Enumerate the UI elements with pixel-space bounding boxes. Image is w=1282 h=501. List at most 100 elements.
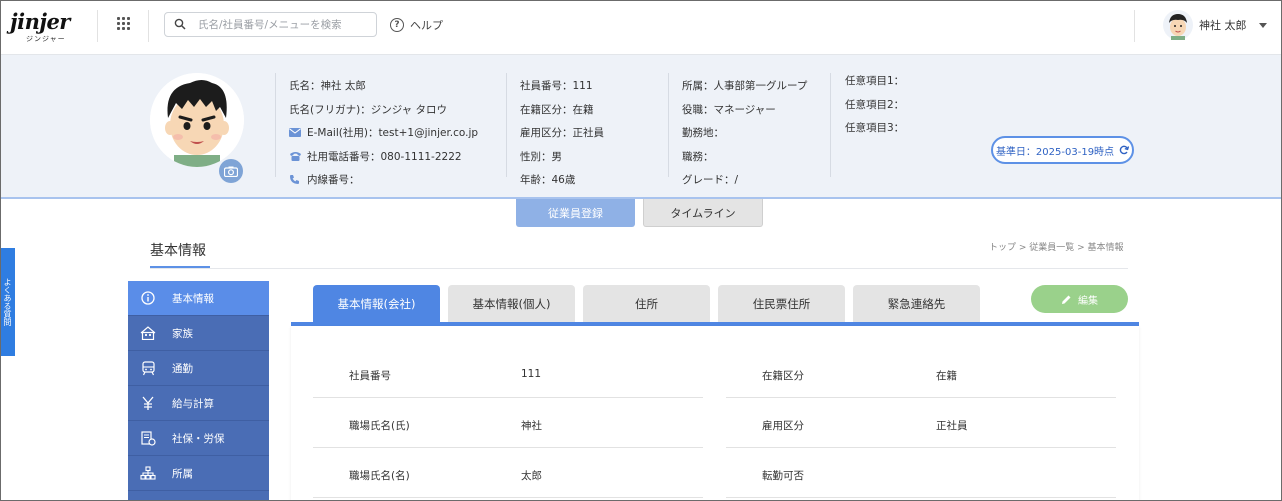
org-chart-icon (140, 465, 156, 481)
tab-basic-info-personal[interactable]: 基本情報(個人) (448, 285, 575, 322)
profile-position: 役職：マネージャー (682, 103, 776, 116)
help-label: ヘルプ (410, 19, 443, 32)
field-work-given-name: 職場氏名(名) 太郎 (313, 448, 703, 498)
profile-kana: 氏名(フリガナ)：ジンジャ タロウ (289, 103, 448, 116)
family-house-icon (140, 325, 156, 341)
field-label: 雇用区分 (762, 420, 804, 432)
profile-col-employment: 社員番号：111 在籍区分：在籍 雇用区分：正社員 性別：男 年齢：46歳 (520, 74, 604, 192)
field-value: 神社 (521, 420, 542, 432)
mail-icon (289, 127, 302, 138)
search-icon (174, 18, 186, 30)
chevron-down-icon (1258, 22, 1267, 28)
profile-phone-row: 社用電話番号：080-1111-2222 (289, 145, 478, 169)
header-divider (97, 10, 98, 42)
field-work-surname: 職場氏名(氏) 神社 (313, 398, 703, 448)
sidebar-item-label: 給与計算 (172, 397, 214, 410)
help-link[interactable]: ? ヘルプ (390, 16, 443, 34)
header-divider (1134, 10, 1135, 42)
profile-optional-1: 任意項目1： (845, 75, 905, 88)
field-label: 職場氏名(名) (349, 470, 410, 482)
profile-email-row: E-Mail(社用)：test+1@jinjer.co.jp (289, 121, 478, 145)
sidebar-item-label: 社保・労保 (172, 432, 225, 445)
tab-resident-address[interactable]: 住民票住所 (718, 285, 845, 322)
insurance-doc-icon (140, 430, 156, 446)
profile-workplace: 勤務地： (682, 127, 724, 140)
sidebar-item-payroll[interactable]: 給与計算 (128, 386, 269, 421)
field-employee-no: 社員番号 111 (313, 348, 703, 398)
profile-avatar (150, 73, 244, 167)
profile-header: 氏名：神社 太郎 氏名(フリガナ)：ジンジャ タロウ E-Mail(社用)：te… (0, 55, 1282, 199)
field-value: 正社員 (936, 420, 968, 432)
info-icon (140, 290, 156, 306)
search-input[interactable] (198, 16, 368, 34)
page-title: 基本情報 (150, 243, 206, 259)
tab-emergency-contact[interactable]: 緊急連絡先 (853, 285, 980, 322)
profile-divider (506, 73, 507, 177)
profile-email: E-Mail(社用)：test+1@jinjer.co.jp (307, 127, 479, 140)
page-title-divider (150, 268, 1128, 269)
field-transfer-availability: 転勤可否 (726, 448, 1116, 498)
sidebar-item-label: 家族 (172, 327, 193, 340)
profile-divider (830, 73, 831, 177)
field-value: 在籍 (936, 370, 957, 382)
sidebar-item-basic-info[interactable]: 基本情報 (128, 281, 269, 316)
profile-employment-type: 雇用区分：正社員 (520, 127, 604, 140)
jinjer-logo[interactable]: jinjer ジンジャー (10, 9, 70, 43)
faq-side-tab[interactable]: よくある質問 (0, 248, 15, 356)
basic-info-panel: 社員番号 111 職場氏名(氏) 神社 職場氏名(名) 太郎 在籍区分 在籍 雇… (291, 326, 1139, 501)
employee-avatar-illustration (150, 73, 244, 167)
sidebar-item-label: 所属 (172, 467, 193, 480)
field-label: 在籍区分 (762, 370, 804, 382)
tab-employee-registration[interactable]: 従業員登録 (516, 199, 635, 227)
sidebar-item-affiliation[interactable]: 所属 (128, 456, 269, 491)
sidebar-item-commute[interactable]: 通勤 (128, 351, 269, 386)
profile-status: 在籍区分：在籍 (520, 103, 594, 116)
help-icon: ? (390, 18, 404, 32)
profile-extension-row: 内線番号： (289, 168, 478, 192)
profile-optional-2: 任意項目2： (845, 98, 905, 111)
profile-divider (668, 73, 669, 177)
profile-divider (275, 73, 276, 177)
edit-button[interactable]: 編集 (1031, 285, 1128, 313)
user-menu[interactable]: 神社 太郎 (1163, 9, 1267, 41)
profile-employee-no: 社員番号：111 (520, 80, 593, 93)
field-employment-type: 雇用区分 正社員 (726, 398, 1116, 448)
sidebar-item-family[interactable]: 家族 (128, 316, 269, 351)
sidebar-item-label: 基本情報 (172, 292, 214, 305)
field-enrollment-status: 在籍区分 在籍 (726, 348, 1116, 398)
header-divider (148, 10, 149, 42)
field-value: 111 (521, 368, 542, 380)
profile-grade: グレード：/ (682, 174, 739, 187)
yen-icon (140, 395, 156, 411)
profile-gender: 性別：男 (520, 150, 562, 163)
train-icon (140, 360, 156, 376)
field-label: 社員番号 (349, 370, 391, 382)
sidebar-item-insurance[interactable]: 社保・労保 (128, 421, 269, 456)
sidebar-item-label: 通勤 (172, 362, 193, 375)
field-label: 転勤可否 (762, 470, 804, 482)
field-label: 職場氏名(氏) (349, 420, 410, 432)
breadcrumb[interactable]: トップ > 従業員一覧 > 基本情報 (989, 240, 1124, 253)
profile-col-contact: 氏名：神社 太郎 氏名(フリガナ)：ジンジャ タロウ E-Mail(社用)：te… (289, 74, 478, 192)
tab-basic-info-company[interactable]: 基本情報(会社) (313, 285, 440, 322)
profile-job: 職務： (682, 150, 714, 163)
profile-age: 年齢：46歳 (520, 174, 576, 187)
pencil-icon (1062, 295, 1071, 304)
app-grid-icon[interactable] (117, 17, 131, 31)
camera-icon[interactable] (219, 159, 243, 183)
profile-col-optional: 任意項目1： 任意項目2： 任意項目3： (845, 69, 904, 140)
tab-timeline[interactable]: タイムライン (643, 199, 763, 227)
profile-extension: 内線番号： (307, 174, 360, 187)
tab-address[interactable]: 住所 (583, 285, 710, 322)
profile-optional-3: 任意項目3： (845, 122, 905, 135)
telephone-icon (289, 151, 302, 162)
edit-label: 編集 (1078, 295, 1098, 307)
top-bar: jinjer ジンジャー ? ヘルプ 神社 太郎 (0, 0, 1282, 55)
user-avatar-icon (1163, 10, 1193, 40)
field-value: 太郎 (521, 470, 542, 482)
profile-department: 所属：人事部第一グループ (682, 80, 808, 93)
base-date-button[interactable]: 基準日：2025-03-19時点 (991, 136, 1134, 164)
profile-col-organization: 所属：人事部第一グループ 役職：マネージャー 勤務地： 職務： グレード：/ (682, 74, 807, 192)
phone-call-icon (289, 174, 302, 185)
search-box[interactable] (164, 12, 377, 37)
